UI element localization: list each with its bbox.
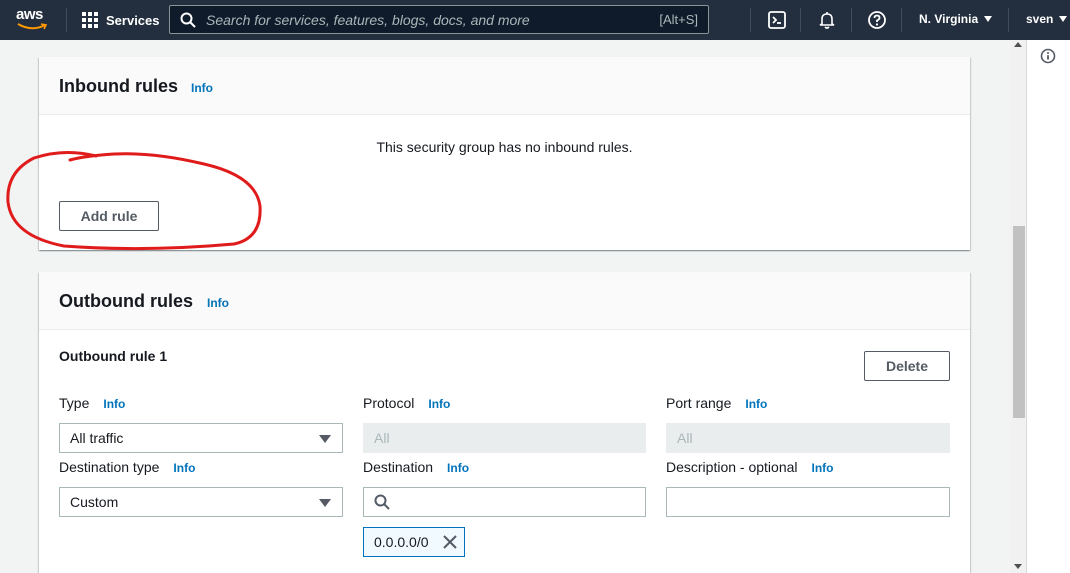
aws-logo-text: aws [16,6,43,23]
port-range-info-link[interactable]: Info [745,397,767,411]
help-icon[interactable] [867,10,887,30]
nav-divider [901,8,902,32]
caret-down-icon [984,16,993,22]
type-select[interactable]: All traffic [59,423,343,453]
nav-divider [66,8,67,32]
search-placeholder: Search for services, features, blogs, do… [206,11,530,28]
description-info-link[interactable]: Info [812,461,834,475]
inbound-info-link[interactable]: Info [191,81,213,95]
destination-label-text: Destination [363,459,434,475]
destination-search-input[interactable] [363,487,646,517]
scrollbar-thumb[interactable] [1013,226,1025,418]
region-selector[interactable]: N. Virginia [919,12,993,26]
inbound-empty-message: This security group has no inbound rules… [376,139,633,155]
nav-divider [750,8,751,32]
aws-logo[interactable]: aws [16,6,50,34]
nav-divider [800,8,801,32]
destination-label: Destination Info [363,459,469,475]
add-rule-button[interactable]: Add rule [59,201,159,231]
nav-divider [1008,8,1009,32]
search-input[interactable]: Search for services, features, blogs, do… [169,5,709,34]
protocol-field: All [363,423,646,453]
user-menu[interactable]: sven [1026,12,1068,26]
destination-type-info-link[interactable]: Info [173,461,195,475]
close-icon[interactable] [442,534,458,550]
description-input[interactable] [666,487,950,517]
destination-type-select[interactable]: Custom [59,487,343,517]
right-utility-panel [1026,40,1070,573]
inbound-rules-header: Inbound rules Info [39,57,970,115]
destination-type-label-text: Destination type [59,459,160,475]
type-label-text: Type [59,395,90,411]
outbound-rules-header: Outbound rules Info [39,272,970,330]
destination-type-value: Custom [70,494,119,510]
description-label-text: Description - optional [666,459,798,475]
destination-token-label: 0.0.0.0/0 [374,534,429,550]
inbound-rules-container: Inbound rules Info This security group h… [39,57,970,250]
caret-down-icon [319,435,331,443]
caret-down-icon [319,499,331,507]
top-navigation: aws Services Search for services, featur… [0,0,1070,40]
protocol-info-link[interactable]: Info [428,397,450,411]
info-circle-icon[interactable] [1040,48,1056,64]
protocol-value: All [374,430,390,446]
destination-type-label: Destination type Info [59,459,195,475]
destination-info-link[interactable]: Info [447,461,469,475]
scroll-down-arrow-icon[interactable] [1014,564,1022,569]
services-grid-icon [82,12,98,28]
outbound-info-link[interactable]: Info [207,296,229,310]
type-info-link[interactable]: Info [103,397,125,411]
region-label: N. Virginia [919,12,979,26]
delete-rule-button[interactable]: Delete [864,351,950,381]
port-range-value: All [677,430,693,446]
type-label: Type Info [59,395,125,411]
protocol-label: Protocol Info [363,395,450,411]
outbound-rules-container: Outbound rules Info Outbound rule 1 Dele… [39,272,970,573]
cloudshell-icon[interactable] [767,10,787,30]
services-label: Services [106,12,160,28]
search-icon [374,494,390,510]
outbound-rule-title: Outbound rule 1 [59,348,168,364]
nav-divider [851,8,852,32]
port-range-field: All [666,423,950,453]
destination-token: 0.0.0.0/0 [363,527,465,557]
inbound-rules-title: Inbound rules [59,76,178,96]
port-range-label-text: Port range [666,395,732,411]
outbound-rules-title: Outbound rules [59,291,193,311]
description-label: Description - optional Info [666,459,834,475]
services-menu-button[interactable]: Services [82,9,160,31]
search-shortcut: [Alt+S] [659,12,698,27]
user-label: sven [1026,12,1054,26]
scroll-up-arrow-icon[interactable] [1014,42,1022,47]
aws-smile-icon [17,23,48,30]
port-range-label: Port range Info [666,395,767,411]
bell-icon[interactable] [817,10,837,30]
type-select-value: All traffic [70,430,124,446]
search-icon [180,12,196,28]
protocol-label-text: Protocol [363,395,415,411]
caret-down-icon [1059,16,1068,22]
